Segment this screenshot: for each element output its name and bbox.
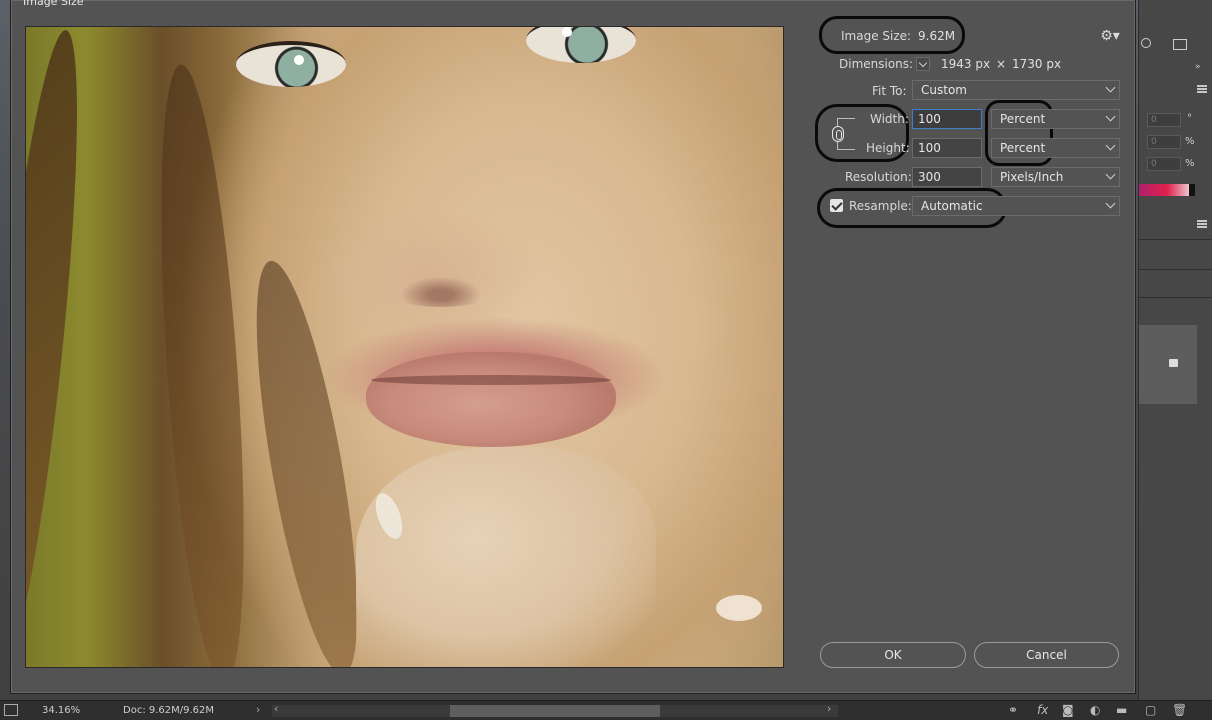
- resolution-unit-value: Pixels/Inch: [1000, 170, 1064, 184]
- layers-menu-icon[interactable]: [1197, 220, 1207, 228]
- eye-highlight: [562, 27, 572, 37]
- ok-button[interactable]: OK: [820, 642, 966, 668]
- left-eye: [236, 41, 346, 87]
- lip-line: [371, 375, 611, 385]
- fx-icon[interactable]: fx: [1037, 703, 1048, 717]
- panel-row: [1139, 270, 1212, 298]
- degree-unit: °: [1187, 113, 1192, 124]
- hand: [356, 447, 656, 667]
- fingernail: [716, 595, 762, 621]
- chevron-down-icon: [1105, 82, 1116, 93]
- chevron-down-icon: [1105, 169, 1116, 180]
- fit-to-value: Custom: [921, 83, 967, 97]
- property-input-1[interactable]: 0: [1147, 113, 1181, 127]
- right-eye: [526, 27, 636, 63]
- chevron-down-icon: [1105, 198, 1116, 209]
- layer-thumbnail[interactable]: [1139, 325, 1197, 404]
- height-unit-dropdown[interactable]: Percent: [991, 138, 1120, 158]
- zoom-level[interactable]: 34.16%: [42, 705, 80, 716]
- chevron-down-icon: [1105, 140, 1116, 151]
- link-layers-icon[interactable]: ⚭: [1008, 703, 1018, 717]
- group-icon[interactable]: ▬: [1116, 703, 1127, 717]
- percent-unit: %: [1185, 158, 1195, 169]
- status-bar: 34.16% Doc: 9.62M/9.62M › ‹ › ⚭ fx ◙ ◐ ▬…: [0, 700, 1212, 720]
- search-icon[interactable]: [1141, 38, 1151, 48]
- gear-icon[interactable]: ⚙▾: [1099, 28, 1121, 46]
- dimensions-width: 1943 px: [941, 57, 991, 71]
- image-size-label: Image Size:: [841, 29, 912, 43]
- resample-method-dropdown[interactable]: Automatic: [912, 196, 1120, 216]
- percent-unit: %: [1185, 136, 1195, 147]
- chevron-down-icon: [1105, 111, 1116, 122]
- horizontal-scrollbar[interactable]: [272, 705, 838, 717]
- panel-menu-icon[interactable]: [1197, 85, 1207, 93]
- width-input[interactable]: 100: [912, 109, 982, 129]
- scrollbar-thumb[interactable]: [450, 705, 660, 717]
- status-menu-icon[interactable]: ›: [256, 703, 260, 716]
- image-size-dialog: Image Size Image Size: 9.62M ⚙▾ Dimensio…: [10, 0, 1136, 694]
- constrain-proportions-link-icon[interactable]: [832, 126, 844, 142]
- scroll-right-icon[interactable]: ›: [827, 702, 831, 715]
- dimensions-label: Dimensions:: [839, 57, 914, 71]
- nose: [381, 267, 501, 307]
- property-input-2[interactable]: 0: [1147, 135, 1181, 149]
- resolution-label: Resolution:: [845, 170, 912, 184]
- cancel-button[interactable]: Cancel: [974, 642, 1119, 668]
- height-label: Height:: [866, 141, 910, 155]
- image-size-value: 9.62M: [918, 29, 956, 43]
- resolution-input[interactable]: 300: [912, 167, 982, 187]
- resample-label: Resample:: [849, 199, 912, 213]
- eye-highlight: [294, 55, 304, 65]
- height-unit-value: Percent: [1000, 141, 1046, 155]
- resample-checkbox[interactable]: [830, 199, 843, 212]
- properties-panel: » 0 ° 0 % 0 %: [1138, 0, 1212, 700]
- fit-to-dropdown[interactable]: Custom: [912, 80, 1120, 100]
- dimensions-height: 1730 px: [1012, 57, 1062, 71]
- fit-to-label: Fit To:: [872, 84, 907, 98]
- width-label: Width:: [870, 112, 909, 126]
- dimensions-times: ×: [996, 57, 1007, 71]
- lock-icon: [1169, 359, 1178, 367]
- dialog-title: Image Size: [23, 0, 84, 8]
- navigator-icon[interactable]: [4, 704, 18, 716]
- width-unit-dropdown[interactable]: Percent: [991, 109, 1120, 129]
- panel-row: [1139, 240, 1212, 270]
- dimensions-units-dropdown[interactable]: [916, 57, 930, 71]
- hair: [146, 62, 260, 667]
- height-input[interactable]: 100: [912, 138, 982, 158]
- hair: [26, 27, 96, 667]
- property-input-3[interactable]: 0: [1147, 157, 1181, 171]
- image-preview[interactable]: [25, 26, 784, 668]
- trash-icon[interactable]: 🗑: [1172, 703, 1187, 717]
- document-size: Doc: 9.62M/9.62M: [123, 705, 215, 716]
- mask-icon[interactable]: ◙: [1062, 703, 1074, 717]
- new-layer-icon[interactable]: ▢: [1145, 703, 1156, 717]
- color-gradient-bar[interactable]: [1139, 184, 1195, 196]
- scroll-left-icon[interactable]: ‹: [274, 702, 278, 715]
- lips: [366, 352, 616, 447]
- resample-method-value: Automatic: [921, 199, 983, 213]
- gradient-stop[interactable]: [1189, 184, 1195, 196]
- collapse-panels-icon[interactable]: »: [1195, 62, 1201, 72]
- width-unit-value: Percent: [1000, 112, 1046, 126]
- workspace-icon[interactable]: [1173, 39, 1187, 50]
- adjustment-icon[interactable]: ◐: [1090, 703, 1100, 717]
- resolution-unit-dropdown[interactable]: Pixels/Inch: [991, 167, 1120, 187]
